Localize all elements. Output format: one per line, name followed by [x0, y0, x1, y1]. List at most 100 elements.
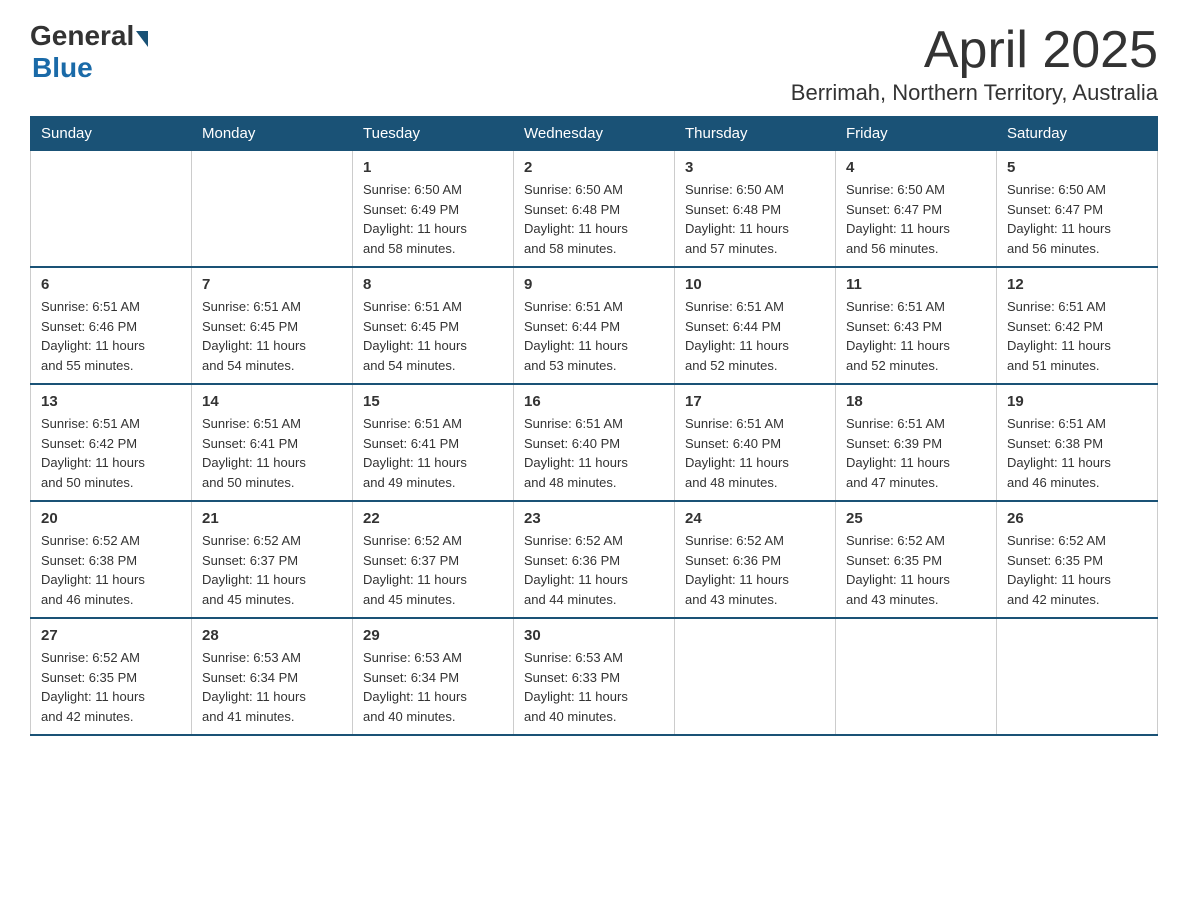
calendar-cell: 10 Sunrise: 6:51 AM Sunset: 6:44 PM Dayli…	[675, 267, 836, 384]
calendar-cell: 3 Sunrise: 6:50 AM Sunset: 6:48 PM Daylig…	[675, 151, 836, 268]
day-info: Sunrise: 6:51 AM Sunset: 6:40 PM Dayligh…	[685, 414, 825, 492]
day-info: Sunrise: 6:51 AM Sunset: 6:45 PM Dayligh…	[363, 297, 503, 375]
day-info: Sunrise: 6:52 AM Sunset: 6:36 PM Dayligh…	[524, 531, 664, 609]
logo-general-text: General	[30, 20, 134, 52]
calendar-cell: 6 Sunrise: 6:51 AM Sunset: 6:46 PM Daylig…	[31, 267, 192, 384]
day-number: 5	[1007, 159, 1147, 176]
day-info: Sunrise: 6:51 AM Sunset: 6:43 PM Dayligh…	[846, 297, 986, 375]
calendar-cell: 25 Sunrise: 6:52 AM Sunset: 6:35 PM Dayli…	[836, 501, 997, 618]
calendar-cell: 18 Sunrise: 6:51 AM Sunset: 6:39 PM Dayli…	[836, 384, 997, 501]
day-info: Sunrise: 6:52 AM Sunset: 6:35 PM Dayligh…	[41, 648, 181, 726]
day-number: 14	[202, 393, 342, 410]
day-info: Sunrise: 6:51 AM Sunset: 6:39 PM Dayligh…	[846, 414, 986, 492]
title-area: April 2025 Berrimah, Northern Territory,…	[791, 20, 1158, 106]
day-number: 29	[363, 627, 503, 644]
calendar-cell	[997, 618, 1158, 735]
day-info: Sunrise: 6:52 AM Sunset: 6:38 PM Dayligh…	[41, 531, 181, 609]
calendar-cell: 14 Sunrise: 6:51 AM Sunset: 6:41 PM Dayli…	[192, 384, 353, 501]
calendar-week-row: 6 Sunrise: 6:51 AM Sunset: 6:46 PM Daylig…	[31, 267, 1158, 384]
day-info: Sunrise: 6:51 AM Sunset: 6:46 PM Dayligh…	[41, 297, 181, 375]
day-number: 2	[524, 159, 664, 176]
calendar-cell: 30 Sunrise: 6:53 AM Sunset: 6:33 PM Dayli…	[514, 618, 675, 735]
calendar-week-row: 13Sunrise: 6:51 AM Sunset: 6:42 PM Dayli…	[31, 384, 1158, 501]
day-info: Sunrise: 6:50 AM Sunset: 6:48 PM Dayligh…	[524, 180, 664, 258]
calendar-cell: 27Sunrise: 6:52 AM Sunset: 6:35 PM Dayli…	[31, 618, 192, 735]
calendar-cell: 28 Sunrise: 6:53 AM Sunset: 6:34 PM Dayli…	[192, 618, 353, 735]
day-number: 30	[524, 627, 664, 644]
calendar-cell: 15 Sunrise: 6:51 AM Sunset: 6:41 PM Dayli…	[353, 384, 514, 501]
day-number: 17	[685, 393, 825, 410]
day-number: 12	[1007, 276, 1147, 293]
calendar-cell: 2 Sunrise: 6:50 AM Sunset: 6:48 PM Daylig…	[514, 151, 675, 268]
day-number: 15	[363, 393, 503, 410]
calendar-cell: 21 Sunrise: 6:52 AM Sunset: 6:37 PM Dayli…	[192, 501, 353, 618]
day-number: 23	[524, 510, 664, 527]
logo-blue-text: Blue	[32, 52, 93, 84]
logo-arrow-icon	[136, 31, 148, 47]
calendar-cell: 23 Sunrise: 6:52 AM Sunset: 6:36 PM Dayli…	[514, 501, 675, 618]
calendar-table: SundayMondayTuesdayWednesdayThursdayFrid…	[30, 116, 1158, 736]
subtitle: Berrimah, Northern Territory, Australia	[791, 80, 1158, 106]
logo: General Blue	[30, 20, 148, 84]
day-info: Sunrise: 6:52 AM Sunset: 6:35 PM Dayligh…	[846, 531, 986, 609]
calendar-cell: 8 Sunrise: 6:51 AM Sunset: 6:45 PM Daylig…	[353, 267, 514, 384]
day-info: Sunrise: 6:51 AM Sunset: 6:42 PM Dayligh…	[1007, 297, 1147, 375]
day-number: 8	[363, 276, 503, 293]
calendar-cell: 29 Sunrise: 6:53 AM Sunset: 6:34 PM Dayli…	[353, 618, 514, 735]
day-info: Sunrise: 6:51 AM Sunset: 6:44 PM Dayligh…	[685, 297, 825, 375]
calendar-cell: 20 Sunrise: 6:52 AM Sunset: 6:38 PM Dayli…	[31, 501, 192, 618]
day-info: Sunrise: 6:50 AM Sunset: 6:47 PM Dayligh…	[1007, 180, 1147, 258]
day-info: Sunrise: 6:52 AM Sunset: 6:36 PM Dayligh…	[685, 531, 825, 609]
calendar-cell: 1 Sunrise: 6:50 AM Sunset: 6:49 PM Daylig…	[353, 151, 514, 268]
day-number: 28	[202, 627, 342, 644]
day-info: Sunrise: 6:53 AM Sunset: 6:34 PM Dayligh…	[202, 648, 342, 726]
day-number: 6	[41, 276, 181, 293]
day-info: Sunrise: 6:51 AM Sunset: 6:41 PM Dayligh…	[363, 414, 503, 492]
header: General Blue April 2025 Berrimah, Northe…	[30, 20, 1158, 106]
calendar-cell: 4Sunrise: 6:50 AM Sunset: 6:47 PM Daylig…	[836, 151, 997, 268]
day-info: Sunrise: 6:53 AM Sunset: 6:34 PM Dayligh…	[363, 648, 503, 726]
calendar-cell: 12 Sunrise: 6:51 AM Sunset: 6:42 PM Dayli…	[997, 267, 1158, 384]
day-number: 9	[524, 276, 664, 293]
day-info: Sunrise: 6:50 AM Sunset: 6:49 PM Dayligh…	[363, 180, 503, 258]
weekday-header-thursday: Thursday	[675, 117, 836, 151]
weekday-header-monday: Monday	[192, 117, 353, 151]
day-info: Sunrise: 6:51 AM Sunset: 6:38 PM Dayligh…	[1007, 414, 1147, 492]
calendar-week-row: 27Sunrise: 6:52 AM Sunset: 6:35 PM Dayli…	[31, 618, 1158, 735]
calendar-cell: 16 Sunrise: 6:51 AM Sunset: 6:40 PM Dayli…	[514, 384, 675, 501]
day-info: Sunrise: 6:52 AM Sunset: 6:37 PM Dayligh…	[202, 531, 342, 609]
day-number: 19	[1007, 393, 1147, 410]
day-info: Sunrise: 6:51 AM Sunset: 6:41 PM Dayligh…	[202, 414, 342, 492]
day-info: Sunrise: 6:52 AM Sunset: 6:35 PM Dayligh…	[1007, 531, 1147, 609]
day-number: 18	[846, 393, 986, 410]
weekday-header-row: SundayMondayTuesdayWednesdayThursdayFrid…	[31, 117, 1158, 151]
day-info: Sunrise: 6:51 AM Sunset: 6:40 PM Dayligh…	[524, 414, 664, 492]
calendar-cell: 9Sunrise: 6:51 AM Sunset: 6:44 PM Daylig…	[514, 267, 675, 384]
day-info: Sunrise: 6:50 AM Sunset: 6:47 PM Dayligh…	[846, 180, 986, 258]
day-number: 26	[1007, 510, 1147, 527]
day-number: 16	[524, 393, 664, 410]
day-number: 3	[685, 159, 825, 176]
day-number: 25	[846, 510, 986, 527]
calendar-body: 1 Sunrise: 6:50 AM Sunset: 6:49 PM Daylig…	[31, 151, 1158, 736]
day-number: 13	[41, 393, 181, 410]
calendar-cell: 22 Sunrise: 6:52 AM Sunset: 6:37 PM Dayli…	[353, 501, 514, 618]
calendar-cell: 26 Sunrise: 6:52 AM Sunset: 6:35 PM Dayli…	[997, 501, 1158, 618]
weekday-header-saturday: Saturday	[997, 117, 1158, 151]
day-number: 7	[202, 276, 342, 293]
day-info: Sunrise: 6:50 AM Sunset: 6:48 PM Dayligh…	[685, 180, 825, 258]
calendar-cell: 17 Sunrise: 6:51 AM Sunset: 6:40 PM Dayli…	[675, 384, 836, 501]
day-number: 21	[202, 510, 342, 527]
day-number: 24	[685, 510, 825, 527]
calendar-header: SundayMondayTuesdayWednesdayThursdayFrid…	[31, 117, 1158, 151]
calendar-cell: 7Sunrise: 6:51 AM Sunset: 6:45 PM Daylig…	[192, 267, 353, 384]
day-number: 22	[363, 510, 503, 527]
calendar-cell: 24 Sunrise: 6:52 AM Sunset: 6:36 PM Dayli…	[675, 501, 836, 618]
calendar-week-row: 1 Sunrise: 6:50 AM Sunset: 6:49 PM Daylig…	[31, 151, 1158, 268]
day-info: Sunrise: 6:52 AM Sunset: 6:37 PM Dayligh…	[363, 531, 503, 609]
day-info: Sunrise: 6:53 AM Sunset: 6:33 PM Dayligh…	[524, 648, 664, 726]
day-number: 20	[41, 510, 181, 527]
calendar-cell: 11Sunrise: 6:51 AM Sunset: 6:43 PM Dayli…	[836, 267, 997, 384]
day-number: 1	[363, 159, 503, 176]
day-number: 10	[685, 276, 825, 293]
